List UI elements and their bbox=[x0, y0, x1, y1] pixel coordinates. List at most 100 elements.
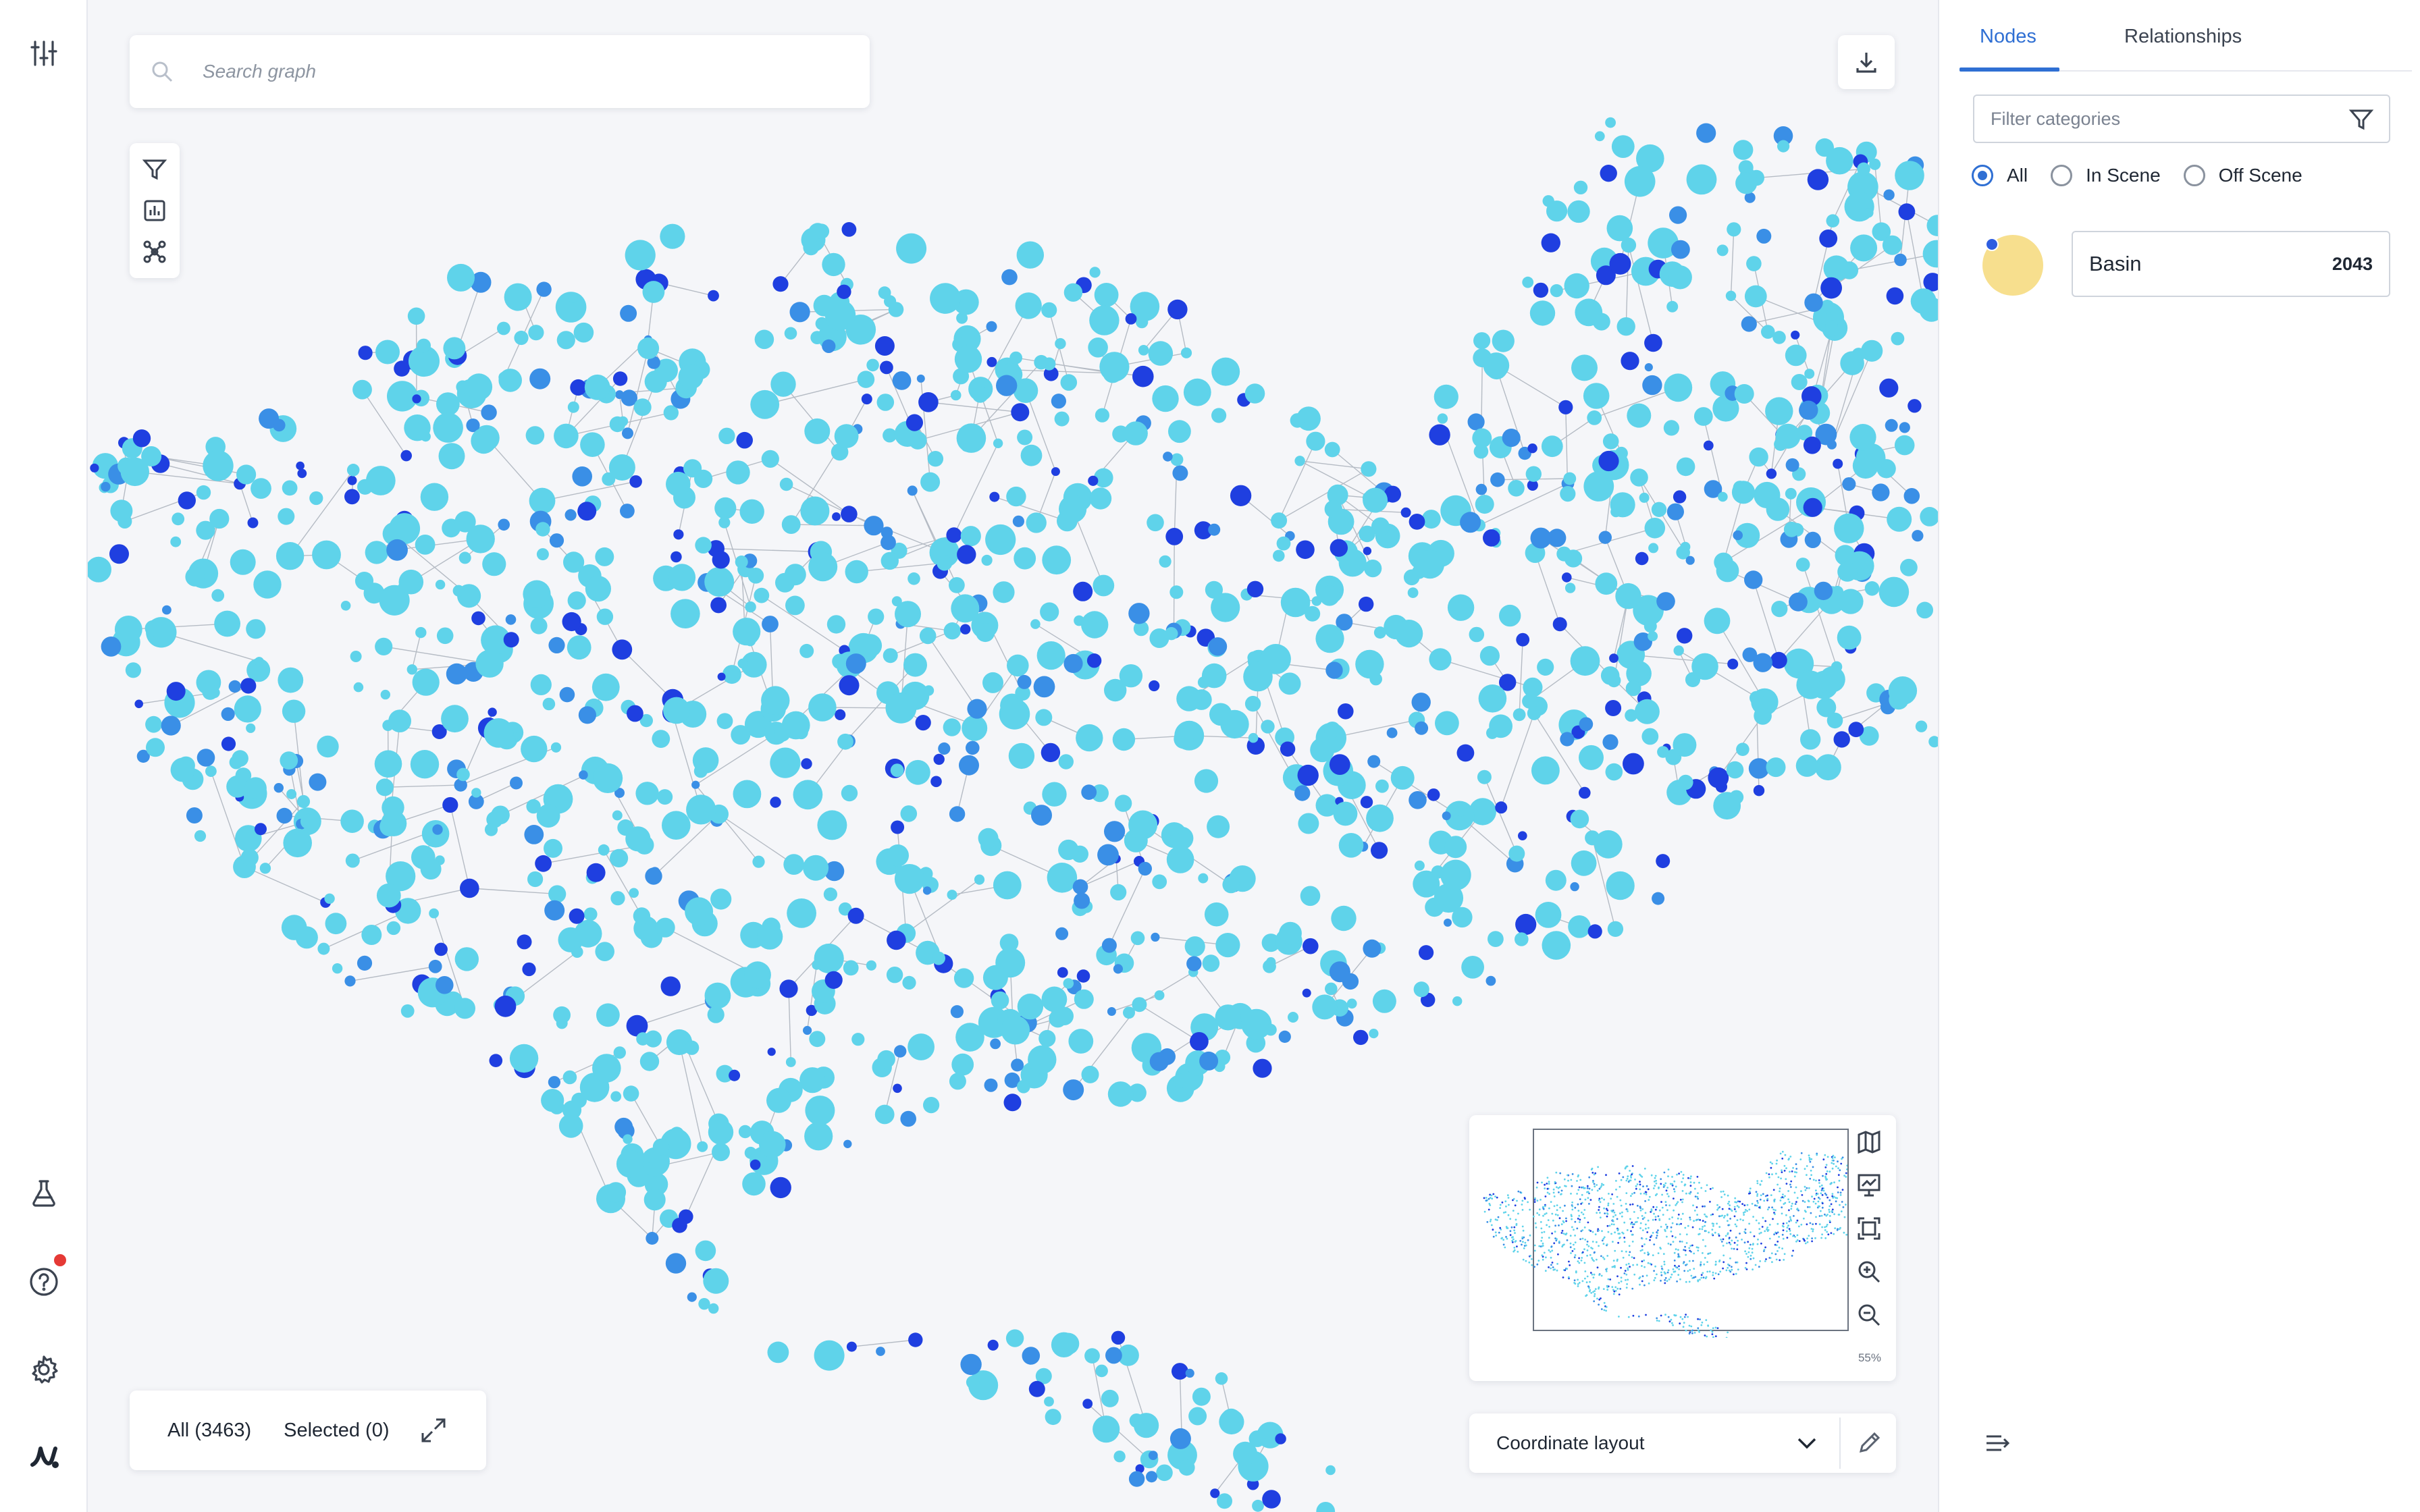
graph-node[interactable] bbox=[529, 487, 556, 514]
graph-node[interactable] bbox=[1338, 833, 1364, 858]
graph-node[interactable] bbox=[1819, 230, 1838, 248]
graph-node[interactable] bbox=[779, 979, 798, 998]
graph-node[interactable] bbox=[774, 724, 791, 742]
graph-node[interactable] bbox=[1043, 357, 1056, 371]
graph-node[interactable] bbox=[1202, 954, 1220, 972]
category-color-swatch[interactable] bbox=[1982, 235, 2043, 296]
graph-node[interactable] bbox=[1708, 767, 1729, 788]
graph-node[interactable] bbox=[1152, 385, 1179, 412]
graph-node[interactable] bbox=[374, 750, 402, 778]
graph-node[interactable] bbox=[1803, 436, 1821, 454]
graph-node[interactable] bbox=[1502, 429, 1521, 448]
graph-node[interactable] bbox=[1564, 273, 1589, 299]
graph-node[interactable] bbox=[1036, 641, 1066, 670]
graph-node[interactable] bbox=[1819, 666, 1845, 693]
graph-node[interactable] bbox=[571, 946, 583, 958]
graph-node[interactable] bbox=[808, 552, 838, 582]
graph-node[interactable] bbox=[1693, 407, 1713, 426]
graph-node[interactable] bbox=[824, 300, 856, 331]
graph-node[interactable] bbox=[922, 886, 932, 895]
graph-node[interactable] bbox=[662, 811, 691, 840]
graph-node[interactable] bbox=[718, 516, 731, 529]
graph-node[interactable] bbox=[1546, 200, 1568, 222]
graph-node[interactable] bbox=[1785, 344, 1807, 367]
graph-node[interactable] bbox=[1110, 884, 1127, 900]
graph-node[interactable] bbox=[1676, 457, 1695, 477]
graph-node[interactable] bbox=[569, 908, 585, 924]
graph-node[interactable] bbox=[1076, 969, 1090, 983]
graph-node[interactable] bbox=[1795, 754, 1818, 777]
graph-node[interactable] bbox=[571, 1092, 587, 1108]
graph-node[interactable] bbox=[1908, 399, 1922, 413]
graph-node[interactable] bbox=[1353, 1029, 1369, 1046]
graph-node[interactable] bbox=[1879, 378, 1899, 398]
graph-node[interactable] bbox=[767, 1341, 789, 1364]
graph-node[interactable] bbox=[851, 1033, 865, 1046]
graph-node[interactable] bbox=[1262, 1490, 1281, 1509]
graph-node[interactable] bbox=[428, 959, 442, 973]
graph-node[interactable] bbox=[766, 1087, 791, 1113]
graph-node[interactable] bbox=[1041, 742, 1061, 763]
graph-node[interactable] bbox=[345, 853, 360, 868]
graph-node[interactable] bbox=[1185, 1368, 1194, 1378]
graph-node[interactable] bbox=[704, 567, 735, 597]
graph-node[interactable] bbox=[186, 807, 203, 824]
graph-node[interactable] bbox=[735, 556, 748, 568]
graph-node[interactable] bbox=[1761, 325, 1775, 339]
graph-node[interactable] bbox=[996, 375, 1018, 396]
graph-node[interactable] bbox=[170, 757, 195, 782]
graph-node[interactable] bbox=[1726, 761, 1744, 779]
graph-node[interactable] bbox=[1771, 601, 1788, 618]
graph-node[interactable] bbox=[908, 572, 920, 585]
graph-node[interactable] bbox=[365, 541, 388, 564]
graph-node[interactable] bbox=[556, 331, 575, 350]
graph-node[interactable] bbox=[436, 627, 454, 645]
graph-node[interactable] bbox=[567, 591, 586, 610]
graph-node[interactable] bbox=[1573, 180, 1588, 194]
graph-node[interactable] bbox=[695, 1240, 716, 1262]
graph-node[interactable] bbox=[1803, 497, 1822, 517]
graph-node[interactable] bbox=[762, 616, 779, 632]
graph-node[interactable] bbox=[1026, 512, 1047, 533]
graph-node[interactable] bbox=[1302, 988, 1311, 998]
graph-node[interactable] bbox=[1895, 161, 1924, 190]
graph-node[interactable] bbox=[1209, 703, 1232, 726]
graph-node[interactable] bbox=[1685, 672, 1701, 688]
graph-node[interactable] bbox=[101, 637, 122, 657]
graph-node[interactable] bbox=[471, 428, 497, 454]
graph-node[interactable] bbox=[1842, 477, 1856, 491]
graph-node[interactable] bbox=[957, 545, 976, 564]
graph-node[interactable] bbox=[837, 733, 853, 750]
graph-node[interactable] bbox=[1663, 420, 1679, 436]
graph-node[interactable] bbox=[1664, 373, 1693, 402]
graph-node[interactable] bbox=[1444, 836, 1467, 859]
graph-node[interactable] bbox=[799, 643, 814, 658]
graph-node[interactable] bbox=[960, 624, 971, 634]
graph-node[interactable] bbox=[572, 466, 592, 487]
graph-node[interactable] bbox=[312, 540, 341, 570]
graph-node[interactable] bbox=[1012, 515, 1024, 527]
graph-node[interactable] bbox=[1009, 351, 1022, 364]
graph-node[interactable] bbox=[1731, 481, 1756, 504]
graph-node[interactable] bbox=[1128, 810, 1158, 840]
graph-node[interactable] bbox=[1003, 1094, 1022, 1112]
graph-node[interactable] bbox=[966, 1376, 980, 1389]
graph-node[interactable] bbox=[733, 780, 762, 809]
graph-node[interactable] bbox=[1263, 959, 1276, 973]
graph-node[interactable] bbox=[739, 499, 764, 524]
graph-node[interactable] bbox=[1197, 676, 1210, 688]
graph-node[interactable] bbox=[1666, 300, 1679, 313]
graph-node[interactable] bbox=[1059, 495, 1087, 523]
graph-node[interactable] bbox=[1756, 228, 1772, 244]
graph-node[interactable] bbox=[770, 371, 796, 397]
graph-node[interactable] bbox=[144, 620, 161, 637]
graph-node[interactable] bbox=[1800, 729, 1821, 750]
graph-node[interactable] bbox=[1607, 674, 1621, 688]
graph-node[interactable] bbox=[1912, 530, 1924, 542]
graph-node[interactable] bbox=[1916, 601, 1934, 619]
graph-node[interactable] bbox=[803, 855, 829, 881]
graph-node[interactable] bbox=[300, 813, 316, 830]
graph-node[interactable] bbox=[161, 716, 181, 736]
graph-node[interactable] bbox=[845, 560, 868, 584]
graph-node[interactable] bbox=[1579, 786, 1591, 799]
